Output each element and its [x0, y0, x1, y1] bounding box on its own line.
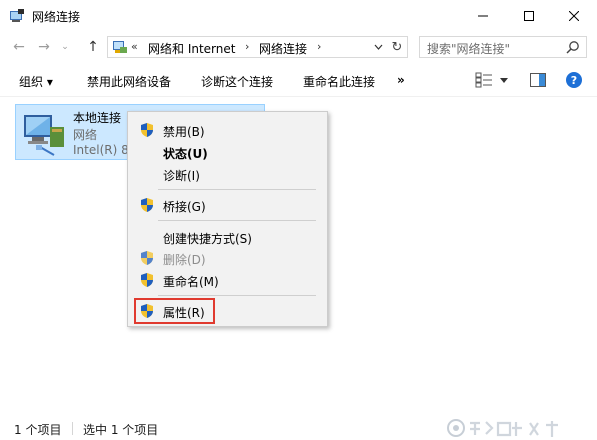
network-adapter-icon	[24, 115, 64, 156]
change-view-icon[interactable]	[475, 72, 493, 88]
rename-connection-button[interactable]: 重命名此连接	[303, 73, 375, 90]
menu-separator	[158, 189, 316, 190]
forward-button[interactable]: →	[33, 36, 55, 58]
address-bar[interactable]: « 网络和 Internet › 网络连接 › ↻	[107, 36, 408, 58]
control-panel-icon	[113, 41, 127, 53]
maximize-icon	[524, 10, 534, 21]
breadcrumb-network-internet[interactable]: 网络和 Internet	[148, 40, 235, 57]
close-icon	[569, 10, 579, 21]
back-button[interactable]: ←	[8, 36, 30, 58]
menu-item-delete: 删除(D)	[130, 247, 325, 269]
refresh-icon: ↻	[391, 39, 403, 55]
navigation-row: ← → ⌄ ↑ « 网络和 Internet › 网络连接 › ↻ 搜索"网络连…	[0, 31, 597, 63]
menu-item-label: 创建快捷方式(S)	[163, 232, 252, 246]
dropdown-triangle-icon	[500, 77, 508, 83]
chevron-down-icon	[374, 44, 382, 50]
status-separator	[72, 422, 73, 435]
help-label: ?	[570, 73, 578, 87]
refresh-button[interactable]: ↻	[389, 39, 405, 55]
chevron-down-icon: ⌄	[61, 42, 69, 52]
menu-item-label: 诊断(I)	[163, 169, 200, 183]
address-history-button[interactable]	[371, 40, 385, 54]
command-bar: 组织 ▾ 禁用此网络设备 诊断这个连接 重命名此连接 » ?	[0, 63, 597, 97]
item-name: 本地连接	[73, 111, 122, 125]
diagnose-connection-button[interactable]: 诊断这个连接	[201, 73, 273, 90]
menu-item-create-shortcut[interactable]: 创建快捷方式(S)	[130, 226, 325, 248]
status-bar: 1 个项目 选中 1 个项目	[0, 417, 597, 440]
menu-item-diagnose[interactable]: 诊断(I)	[130, 163, 325, 185]
breadcrumb-network-connections[interactable]: 网络连接	[259, 40, 307, 57]
forward-arrow-icon: →	[38, 39, 50, 55]
uac-shield-icon	[141, 198, 153, 212]
breadcrumb-overflow[interactable]: «	[131, 40, 138, 53]
up-arrow-icon: ↑	[87, 39, 99, 55]
menu-item-label: 桥接(G)	[163, 200, 206, 214]
minimize-button[interactable]	[460, 0, 506, 31]
menu-separator	[158, 220, 316, 221]
properties-highlight-box	[134, 298, 215, 324]
uac-shield-icon	[141, 251, 153, 265]
item-count: 1 个项目	[14, 423, 62, 437]
menu-item-label: 状态(U)	[163, 147, 208, 161]
menu-separator	[158, 295, 316, 296]
recent-locations-button[interactable]: ⌄	[57, 36, 73, 58]
more-commands-button[interactable]: »	[397, 73, 405, 87]
close-button[interactable]	[551, 0, 597, 31]
disable-device-button[interactable]: 禁用此网络设备	[87, 73, 171, 90]
search-input[interactable]: 搜索"网络连接"	[419, 36, 587, 58]
search-placeholder: 搜索"网络连接"	[427, 42, 511, 56]
menu-item-disable[interactable]: 禁用(B)	[130, 119, 325, 141]
context-menu: 禁用(B) 状态(U) 诊断(I) 桥接(G) 创建快捷方式(S) 删除(D) …	[127, 111, 328, 327]
uac-shield-icon	[141, 273, 153, 287]
menu-item-label: 重命名(M)	[163, 275, 219, 289]
network-connections-icon	[10, 9, 24, 22]
window-title: 网络连接	[32, 10, 81, 24]
maximize-button[interactable]	[506, 0, 552, 31]
menu-item-bridge[interactable]: 桥接(G)	[130, 194, 325, 216]
preview-pane-icon[interactable]	[530, 73, 546, 87]
minimize-icon	[478, 15, 488, 16]
item-type: 网络	[73, 128, 98, 142]
menu-item-status[interactable]: 状态(U)	[130, 141, 325, 163]
menu-item-label: 删除(D)	[163, 253, 206, 267]
breadcrumb-separator[interactable]: ›	[245, 40, 249, 53]
menu-item-label: 禁用(B)	[163, 125, 205, 139]
menu-item-rename[interactable]: 重命名(M)	[130, 269, 325, 291]
organize-button[interactable]: 组织 ▾	[19, 73, 53, 90]
uac-shield-icon	[141, 123, 153, 137]
selected-count: 选中 1 个项目	[83, 423, 159, 437]
back-arrow-icon: ←	[13, 39, 25, 55]
help-icon[interactable]: ?	[566, 72, 582, 88]
view-options-button[interactable]	[498, 72, 510, 88]
watermark-logo	[447, 419, 558, 437]
up-button[interactable]: ↑	[82, 36, 104, 58]
breadcrumb-separator[interactable]: ›	[317, 40, 321, 53]
title-bar: 网络连接	[0, 0, 597, 31]
search-icon	[566, 41, 579, 54]
